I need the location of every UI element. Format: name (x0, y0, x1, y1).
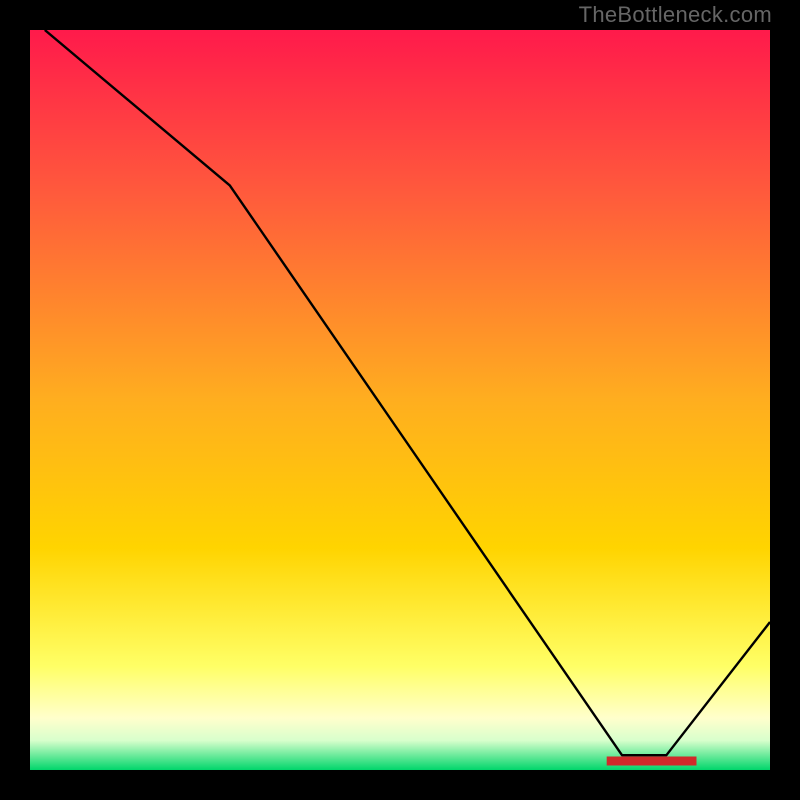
watermark-text: TheBottleneck.com (579, 2, 772, 28)
plot-area (30, 30, 770, 770)
chart-container: TheBottleneck.com (0, 0, 800, 800)
chart-svg (30, 30, 770, 770)
